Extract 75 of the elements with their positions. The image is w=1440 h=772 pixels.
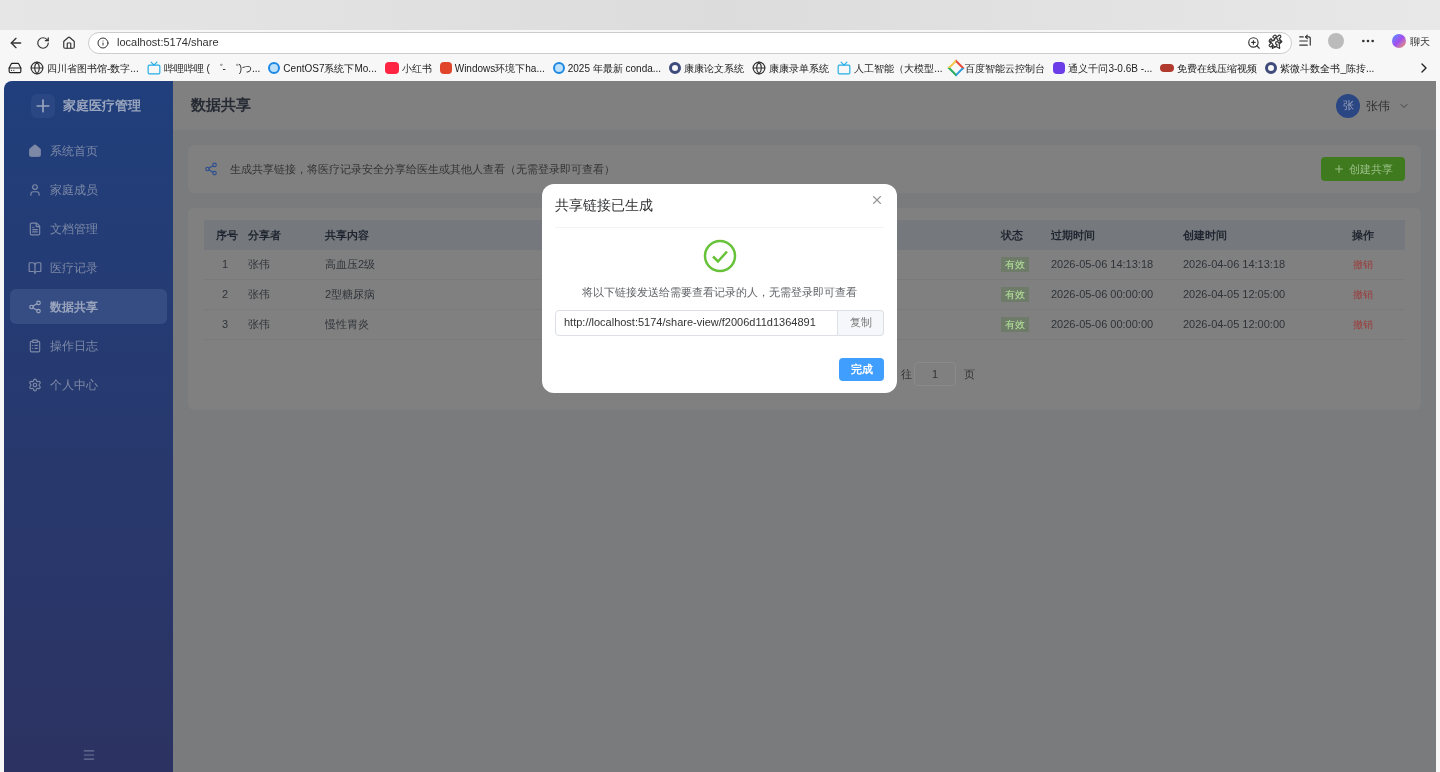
cube-icon — [948, 59, 965, 77]
bookmark[interactable]: 康康录单系统 — [752, 60, 830, 76]
dialog-title: 共享链接已生成 — [555, 196, 653, 215]
bookmark[interactable]: 哔哩哔哩 ( ゜- ゜)つ... — [146, 60, 261, 76]
bookmark[interactable]: 免费在线压缩视频 — [1160, 60, 1258, 76]
column-header: 序号 — [215, 227, 239, 243]
tv-icon — [146, 61, 161, 75]
globe-icon — [30, 61, 44, 75]
column-header: 操作 — [1351, 227, 1375, 243]
bookmark[interactable]: Windows环境下ha... — [439, 60, 545, 76]
tv-icon — [837, 61, 852, 75]
jump-label: 往 — [901, 366, 912, 382]
column-header: 过期时间 — [1051, 227, 1096, 243]
page-title: 数据共享 — [191, 95, 251, 116]
table-cell: 张伟 — [248, 258, 270, 271]
status-tag: 有效 — [1001, 287, 1029, 303]
link-field[interactable]: http://localhost:5174/share-view/f2006d11d1364891 — [555, 309, 838, 336]
table-cell: 慢性胃炎 — [325, 318, 369, 331]
share-icon — [204, 162, 218, 176]
url-text: localhost:5174/share — [117, 35, 220, 51]
table-cell: 张伟 — [248, 288, 270, 301]
jump-label: 页 — [964, 366, 975, 382]
table-cell: 2026-05-06 00:00:00 — [1051, 288, 1154, 301]
dialog-message: 将以下链接发送给需要查看记录的人，无需登录即可查看 — [582, 285, 857, 300]
copy-button[interactable]: 复制 — [838, 309, 884, 336]
globe-icon — [752, 61, 767, 75]
bookmark[interactable]: 通义千问3-0.6B -... — [1053, 60, 1153, 76]
address-bar[interactable]: localhost:5174/share — [88, 31, 1292, 54]
app-icon — [1053, 62, 1066, 74]
chat-button[interactable]: 聊天 — [1392, 33, 1430, 49]
home-icon[interactable] — [62, 35, 76, 50]
status-tag: 有效 — [1001, 257, 1029, 273]
table-cell: 1 — [222, 258, 229, 271]
clipboard-icon — [28, 338, 42, 353]
table-cell: 2026-04-05 12:05:00 — [1183, 288, 1286, 301]
logo-icon — [31, 94, 55, 118]
zoom-icon[interactable] — [1247, 35, 1261, 50]
bookmark[interactable]: 康康论文系统 — [669, 60, 745, 76]
check-circle-icon — [702, 239, 737, 273]
table-cell: 3 — [222, 318, 229, 331]
bookmark[interactable]: 2025 年最新 conda... — [552, 60, 662, 76]
favorites-icon[interactable] — [1298, 34, 1312, 48]
column-header: 创建时间 — [1183, 227, 1228, 243]
info-icon — [97, 36, 109, 49]
home-icon — [28, 143, 42, 158]
app-icon — [439, 62, 452, 74]
table-cell: 2026-05-06 00:00:00 — [1051, 318, 1154, 331]
table-cell: 2026-04-06 14:13:18 — [1183, 258, 1286, 271]
table-cell: 高血压2级 — [325, 258, 376, 271]
bookmark[interactable]: 四川省图书馆-数字... — [30, 60, 139, 76]
plus-icon — [1333, 163, 1345, 175]
column-header: 共享内容 — [325, 227, 370, 243]
user-icon — [28, 182, 42, 197]
bookmark[interactable]: 人工智能（大模型... — [837, 60, 943, 76]
info-text: 生成共享链接，将医疗记录安全分享给医生或其他人查看（无需登录即可查看） — [230, 161, 615, 177]
table-cell: 张伟 — [248, 318, 270, 331]
user-avatar[interactable]: 张 — [1336, 93, 1360, 118]
bookmark[interactable]: 百度智能云控制台 — [950, 60, 1046, 76]
table-cell: 2026-04-05 12:00:00 — [1183, 318, 1286, 331]
app-icon — [384, 62, 399, 74]
settings-icon — [28, 377, 42, 392]
document-icon — [28, 221, 42, 236]
bookmark[interactable]: 紫微斗数全书_陈抟... — [1265, 60, 1375, 76]
status-tag: 有效 — [1001, 317, 1029, 333]
column-header: 分享者 — [248, 227, 282, 243]
bookmark[interactable]: CentOS7系统下Mo... — [268, 60, 377, 76]
column-header: 状态 — [1001, 227, 1024, 243]
table-cell: 2026-05-06 14:13:18 — [1051, 258, 1154, 271]
bookmark[interactable]: 小红书 — [384, 60, 432, 76]
app-title: 家庭医疗管理 — [63, 97, 141, 116]
table-cell: 2型糖尿病 — [325, 288, 376, 301]
table-cell: 2 — [222, 288, 229, 301]
share-icon — [28, 299, 42, 314]
book-icon — [28, 260, 42, 275]
reload-icon[interactable] — [36, 35, 50, 50]
